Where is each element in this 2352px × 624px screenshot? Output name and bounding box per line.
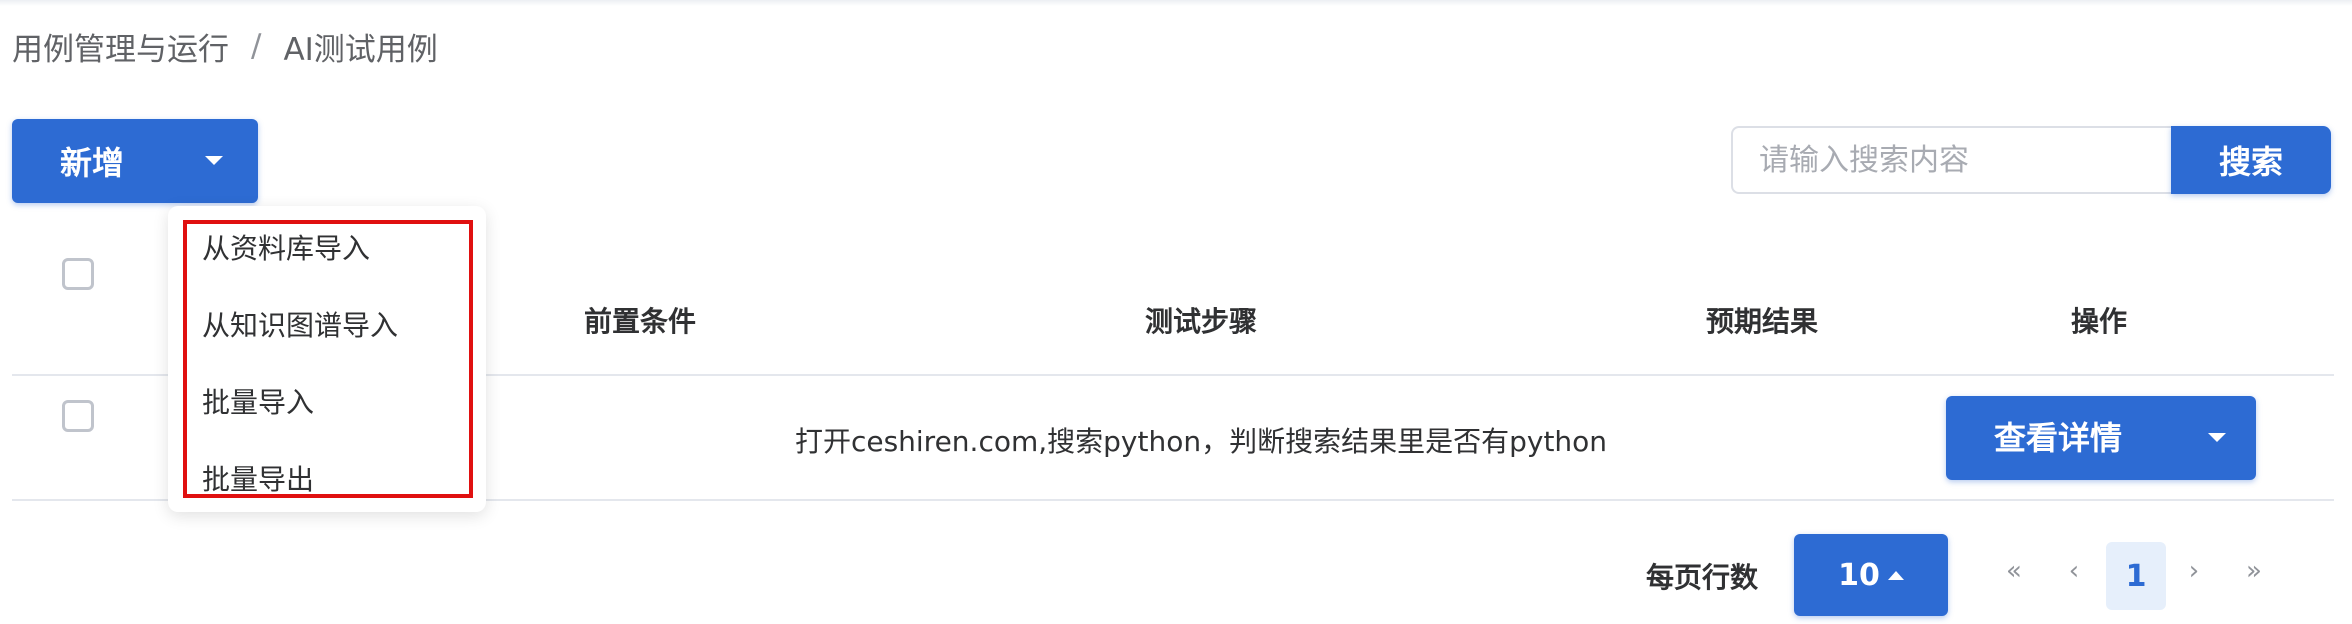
next-page-icon[interactable]: › — [2189, 556, 2199, 586]
rows-per-page-label: 每页行数 — [1646, 561, 1759, 594]
view-details-split-button[interactable]: 查看详情 — [1946, 396, 2256, 480]
column-header-steps: 测试步骤 — [1144, 305, 1258, 338]
view-details-label[interactable]: 查看详情 — [1994, 396, 2122, 480]
column-header-preconditions: 前置条件 — [583, 305, 697, 338]
chevron-up-icon[interactable] — [1887, 570, 1904, 580]
rows-per-page-select[interactable]: 10 — [1794, 534, 1948, 616]
column-header-expected: 预期结果 — [1705, 305, 1819, 338]
row-checkbox[interactable] — [62, 400, 94, 432]
column-header-actions: 操作 — [2070, 305, 2128, 338]
add-split-button[interactable]: 新增 — [12, 119, 258, 203]
search-input[interactable] — [1731, 126, 2173, 194]
rows-per-page-value[interactable]: 10 — [1838, 558, 1880, 593]
last-page-icon[interactable]: » — [2246, 556, 2262, 586]
row-steps: 打开ceshiren.com,搜索python，判断搜索结果里是否有python — [794, 425, 1608, 458]
breadcrumb-parent[interactable]: 用例管理与运行 — [12, 24, 229, 69]
select-all-checkbox[interactable] — [62, 258, 94, 290]
breadcrumb: 用例管理与运行 / AI测试用例 — [12, 22, 438, 70]
breadcrumb-separator: / — [251, 28, 262, 64]
first-page-icon[interactable]: « — [2006, 556, 2022, 586]
top-shadow — [0, 0, 2352, 6]
page-number-current[interactable]: 1 — [2106, 542, 2166, 610]
add-button-label[interactable]: 新增 — [60, 138, 124, 184]
highlight-box — [183, 220, 473, 498]
breadcrumb-current: AI测试用例 — [283, 31, 438, 68]
chevron-down-icon[interactable] — [205, 156, 223, 165]
prev-page-icon[interactable]: ‹ — [2069, 556, 2079, 586]
chevron-down-icon[interactable] — [2208, 433, 2226, 442]
search-button[interactable]: 搜索 — [2171, 126, 2331, 194]
